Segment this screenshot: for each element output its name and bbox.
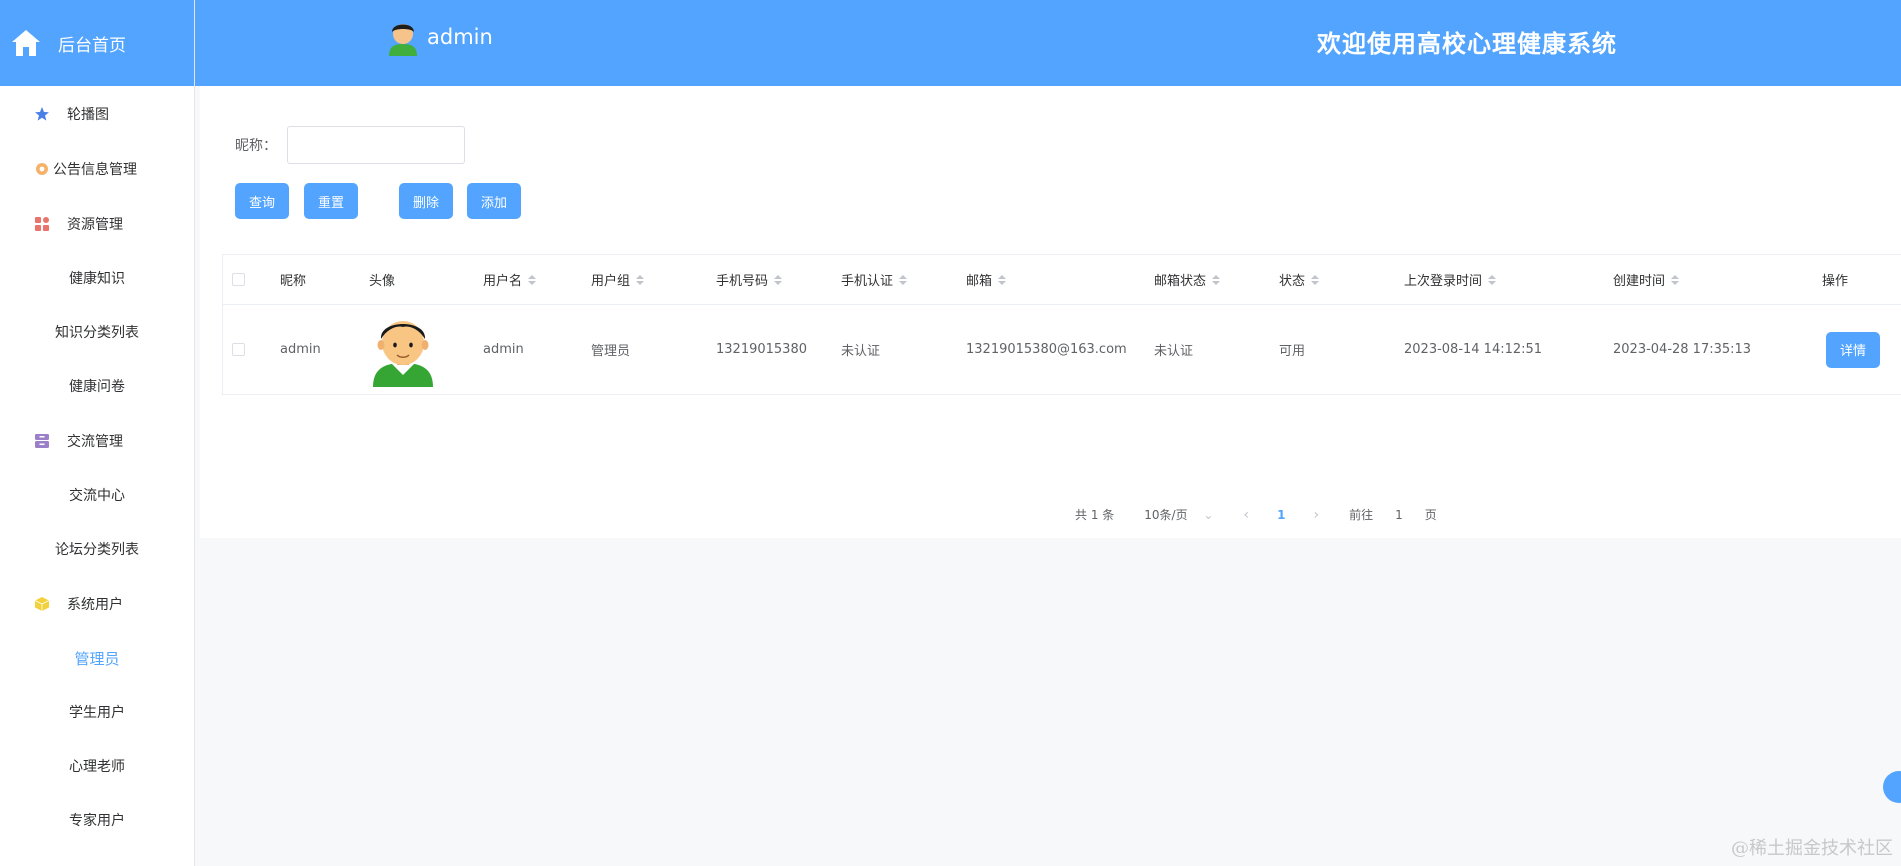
- sort-icon[interactable]: [774, 274, 783, 285]
- user-table: 昵称 头像 用户名 用户组 手机号码 手机认证 邮箱 邮箱状态 状态 上次登录时…: [222, 254, 1901, 395]
- apps-icon: [33, 215, 51, 233]
- menu-item-notice[interactable]: 公告信息管理: [0, 141, 194, 196]
- row-select-cell: [232, 305, 245, 394]
- chevron-down-icon: ⌄: [1203, 508, 1214, 522]
- pagination: 共 1 条 10条/页 ⌄ ‹ 1 › 前往 1 页: [1075, 506, 1437, 523]
- cell-action: 详情: [1826, 305, 1880, 394]
- sub-item-expert[interactable]: 专家用户: [0, 793, 194, 847]
- query-button[interactable]: 查询: [235, 183, 289, 219]
- user-info[interactable]: admin: [385, 18, 493, 56]
- sort-icon[interactable]: [1671, 274, 1680, 285]
- sidebar: 后台首页 轮播图 公告信息管理 资源管理 健康知识 知识分类列表 健康问卷 交流…: [0, 0, 195, 866]
- col-nickname: 昵称: [280, 274, 307, 289]
- sub-item-knowledge-category[interactable]: 知识分类列表: [0, 305, 194, 359]
- cell-last-login: 2023-08-14 14:12:51: [1404, 342, 1543, 357]
- menu-item-carousel[interactable]: 轮播图: [0, 86, 194, 141]
- delete-button[interactable]: 删除: [399, 183, 453, 219]
- reset-button[interactable]: 重置: [304, 183, 358, 219]
- nickname-search-input[interactable]: [287, 126, 465, 164]
- cell-phone-auth: 未认证: [841, 344, 881, 359]
- nickname-label: 昵称：: [235, 138, 277, 154]
- sub-item-admin[interactable]: 管理员: [0, 631, 194, 685]
- main-panel: 昵称： 查询 重置 删除 添加 昵称 头像 用户名 用户组 手机号码 手机认证 …: [200, 86, 1901, 538]
- col-group[interactable]: 用户组: [591, 255, 645, 304]
- pager-goto-prefix: 前往: [1349, 508, 1374, 522]
- user-avatar: [373, 320, 433, 387]
- row-checkbox[interactable]: [232, 343, 245, 356]
- header-username: admin: [427, 25, 493, 49]
- sidebar-home[interactable]: 后台首页: [0, 0, 194, 86]
- col-phone[interactable]: 手机号码: [716, 255, 783, 304]
- col-action: 操作: [1822, 274, 1849, 289]
- sort-icon[interactable]: [1212, 274, 1221, 285]
- home-label: 后台首页: [58, 35, 126, 56]
- next-page-icon[interactable]: ›: [1313, 507, 1319, 523]
- cell-email: 13219015380@163.com: [966, 342, 1127, 357]
- cell-email-status: 未认证: [1154, 344, 1194, 359]
- cell-phone: 13219015380: [716, 342, 807, 357]
- sub-item-health-knowledge[interactable]: 健康知识: [0, 251, 194, 305]
- cube-icon: [33, 595, 51, 613]
- archive-icon: [33, 432, 51, 450]
- sort-icon[interactable]: [899, 274, 908, 285]
- pager-goto-input[interactable]: 1: [1395, 508, 1403, 522]
- menu-label-notice: 公告信息管理: [53, 161, 137, 178]
- sort-icon[interactable]: [1488, 274, 1497, 285]
- select-all-checkbox[interactable]: [232, 273, 245, 286]
- table-row: admin admin 管理员 13219015380 未认证 13219015…: [223, 305, 1901, 394]
- menu-label-exchange: 交流管理: [67, 433, 123, 450]
- col-username[interactable]: 用户名: [483, 255, 537, 304]
- sort-icon[interactable]: [636, 274, 645, 285]
- sub-item-student[interactable]: 学生用户: [0, 685, 194, 739]
- col-status[interactable]: 状态: [1279, 255, 1320, 304]
- cell-nickname: admin: [280, 342, 321, 357]
- welcome-title: 欢迎使用高校心理健康系统: [1317, 30, 1617, 58]
- sub-item-teacher[interactable]: 心理老师: [0, 739, 194, 793]
- pager-current-page[interactable]: 1: [1277, 508, 1285, 522]
- select-all-cell: [232, 255, 245, 304]
- gear-icon: [33, 160, 51, 178]
- table-header: 昵称 头像 用户名 用户组 手机号码 手机认证 邮箱 邮箱状态 状态 上次登录时…: [223, 255, 1901, 305]
- menu-item-exchange[interactable]: 交流管理: [0, 413, 194, 468]
- cell-created: 2023-04-28 17:35:13: [1613, 342, 1752, 357]
- sort-icon[interactable]: [998, 274, 1007, 285]
- menu-label-resource: 资源管理: [67, 216, 123, 233]
- cell-status: 可用: [1279, 344, 1306, 359]
- sort-icon[interactable]: [1311, 274, 1320, 285]
- col-email-status[interactable]: 邮箱状态: [1154, 255, 1221, 304]
- pager-goto-suffix: 页: [1424, 508, 1437, 522]
- menu-item-sysuser[interactable]: 系统用户: [0, 576, 194, 631]
- float-toggle-button[interactable]: [1883, 771, 1901, 803]
- detail-button[interactable]: 详情: [1826, 331, 1880, 368]
- top-header: admin 欢迎使用高校心理健康系统: [195, 0, 1901, 86]
- menu-label-sysuser: 系统用户: [67, 596, 123, 613]
- add-button[interactable]: 添加: [467, 183, 521, 219]
- menu-label-carousel: 轮播图: [67, 106, 109, 123]
- col-last-login[interactable]: 上次登录时间: [1404, 255, 1497, 304]
- pager-total: 共 1 条: [1075, 508, 1115, 522]
- search-row: 昵称：: [235, 126, 465, 164]
- avatar-small-icon: [389, 24, 417, 56]
- col-avatar: 头像: [369, 274, 396, 289]
- watermark: @稀土掘金技术社区: [1731, 838, 1893, 859]
- cell-group: 管理员: [591, 344, 631, 359]
- col-email[interactable]: 邮箱: [966, 255, 1007, 304]
- sub-item-forum-category[interactable]: 论坛分类列表: [0, 522, 194, 576]
- prev-page-icon[interactable]: ‹: [1243, 507, 1249, 523]
- sort-icon[interactable]: [528, 274, 537, 285]
- home-icon: [12, 30, 40, 56]
- menu-item-resource[interactable]: 资源管理: [0, 196, 194, 251]
- cell-avatar: [369, 305, 437, 394]
- star-icon: [33, 105, 51, 123]
- sub-item-exchange-center[interactable]: 交流中心: [0, 468, 194, 522]
- cell-username: admin: [483, 342, 524, 357]
- pager-size-select[interactable]: 10条/页 ⌄: [1144, 506, 1213, 523]
- col-phone-auth[interactable]: 手机认证: [841, 255, 908, 304]
- sub-item-health-survey[interactable]: 健康问卷: [0, 359, 194, 413]
- col-created[interactable]: 创建时间: [1613, 255, 1680, 304]
